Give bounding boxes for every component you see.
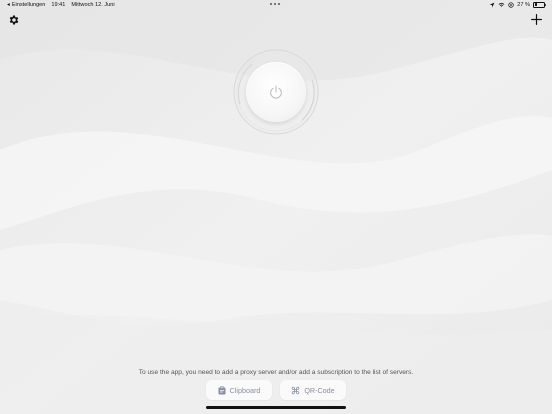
battery-icon <box>533 1 547 8</box>
wifi-icon <box>498 2 505 7</box>
settings-button[interactable] <box>8 13 22 27</box>
home-indicator[interactable] <box>206 406 346 409</box>
plus-icon <box>531 14 542 25</box>
status-date: Mittwoch 12. Juni <box>71 2 115 8</box>
clipboard-icon <box>218 385 226 394</box>
location-icon <box>489 2 495 7</box>
dot-icon <box>277 3 281 6</box>
gear-icon <box>9 15 19 25</box>
power-control <box>232 48 320 136</box>
add-button[interactable] <box>530 13 544 27</box>
power-icon <box>270 85 282 99</box>
clipboard-label: Clipboard <box>229 385 261 395</box>
command-icon <box>292 386 300 394</box>
back-to-app-button[interactable]: ◂ Einstellungen <box>7 2 45 8</box>
vpn-icon <box>508 1 514 8</box>
clipboard-button[interactable]: Clipboard <box>206 380 272 400</box>
dot-icon <box>270 3 273 6</box>
status-left: ◂ Einstellungen 19:41 Mittwoch 12. Juni <box>7 2 115 8</box>
status-time: 19:41 <box>51 2 66 8</box>
back-app-label: Einstellungen <box>11 2 46 8</box>
status-right: 27 % <box>489 1 547 8</box>
qr-code-button[interactable]: QR-Code <box>280 380 346 400</box>
back-arrow-icon: ◂ <box>7 2 10 8</box>
power-button[interactable] <box>246 62 306 122</box>
battery-percent: 27 % <box>517 1 530 8</box>
multitasking-dots[interactable] <box>270 1 281 6</box>
dot-icon <box>273 3 277 6</box>
qr-code-label: QR-Code <box>304 385 335 395</box>
status-bar: ◂ Einstellungen 19:41 Mittwoch 12. Juni … <box>0 0 552 11</box>
empty-state-message: To use the app, you need to add a proxy … <box>138 369 414 376</box>
